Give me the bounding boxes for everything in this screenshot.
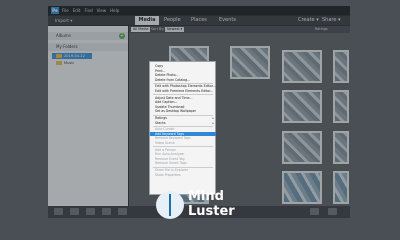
- tag-icon[interactable]: [102, 208, 111, 215]
- context-menu: Copy Print... Delete Photo... Delete from C…: [149, 61, 216, 195]
- menu-view[interactable]: View: [97, 8, 107, 13]
- photo-thumbnail[interactable]: [333, 90, 349, 123]
- panel-icon[interactable]: [54, 208, 63, 215]
- context-menu-item[interactable]: Edit with Premiere Elements Editor...: [150, 89, 216, 94]
- menu-edit[interactable]: Edit: [73, 8, 81, 13]
- photo-thumbnail[interactable]: [282, 50, 322, 83]
- info-icon[interactable]: [118, 208, 127, 215]
- photo-thumbnail[interactable]: [282, 131, 322, 164]
- context-menu-item[interactable]: Stacks ▸: [150, 121, 216, 126]
- add-album-icon[interactable]: +: [119, 33, 125, 39]
- context-menu-item[interactable]: Set as Desktop Wallpaper: [150, 109, 216, 114]
- photo-thumbnail[interactable]: [230, 46, 270, 79]
- sidebar: Albums + My Folders 2019-04-22 Music: [48, 26, 128, 218]
- folder-icon: [56, 61, 62, 65]
- context-menu-item: Show Properties: [155, 172, 181, 177]
- context-menu-item: Remove Smart Tags: [155, 161, 187, 166]
- photo-thumbnail[interactable]: [333, 50, 349, 83]
- folder-label: Music: [64, 61, 75, 65]
- tab-places[interactable]: Places: [191, 16, 207, 25]
- photo-thumbnail[interactable]: [282, 171, 322, 204]
- folder-label: 2019-04-22: [64, 54, 85, 58]
- keyword-icon[interactable]: [310, 208, 319, 215]
- brand-line2: Luster: [188, 204, 235, 219]
- filter-bar: All Media Sort By: Newest ▾ Ratings: [129, 26, 350, 33]
- submenu-arrow-icon: ▸: [212, 120, 214, 125]
- brain-icon: [156, 191, 184, 219]
- tags-icon[interactable]: [328, 208, 337, 215]
- brand-line1: Mind: [188, 189, 224, 204]
- import-button[interactable]: Import ▾: [52, 16, 75, 25]
- albums-header[interactable]: Albums: [48, 32, 128, 40]
- app-logo-icon: Pe: [51, 7, 59, 14]
- create-button[interactable]: Create ▾: [298, 16, 319, 25]
- photo-thumbnail[interactable]: [333, 171, 349, 204]
- undo-icon[interactable]: [70, 208, 79, 215]
- all-media-button[interactable]: All Media: [131, 27, 151, 32]
- my-folders-label: My Folders: [56, 44, 78, 49]
- photo-thumbnail[interactable]: [282, 90, 322, 123]
- watermark-logo: Mind Luster: [156, 187, 256, 223]
- folder-icon: [56, 54, 62, 58]
- sidebar-item-folder-selected[interactable]: 2019-04-22: [52, 53, 92, 59]
- menu-file[interactable]: File: [62, 8, 69, 13]
- tab-people[interactable]: People: [164, 16, 181, 25]
- menu-find[interactable]: Find: [84, 8, 92, 13]
- menu-bar: Pe File Edit Find View Help: [48, 6, 350, 15]
- top-toolbar: Import ▾ Media People Places Events Crea…: [48, 16, 350, 25]
- sort-by-label: Sort By:: [151, 27, 165, 31]
- albums-label: Albums: [56, 33, 71, 38]
- photo-thumbnail[interactable]: [333, 131, 349, 164]
- tab-media[interactable]: Media: [135, 16, 159, 25]
- ratings-label[interactable]: Ratings: [315, 27, 328, 32]
- menu-help[interactable]: Help: [110, 8, 119, 13]
- sidebar-item-music[interactable]: Music: [52, 60, 92, 66]
- share-button[interactable]: Share ▾: [322, 16, 341, 25]
- sort-select[interactable]: Newest ▾: [165, 27, 185, 32]
- context-menu-item[interactable]: Delete from Catalog...: [150, 78, 216, 83]
- rotate-icon[interactable]: [86, 208, 95, 215]
- context-menu-item: Video Scene: [155, 141, 175, 145]
- my-folders-header[interactable]: My Folders: [48, 43, 128, 51]
- tab-events[interactable]: Events: [219, 16, 236, 25]
